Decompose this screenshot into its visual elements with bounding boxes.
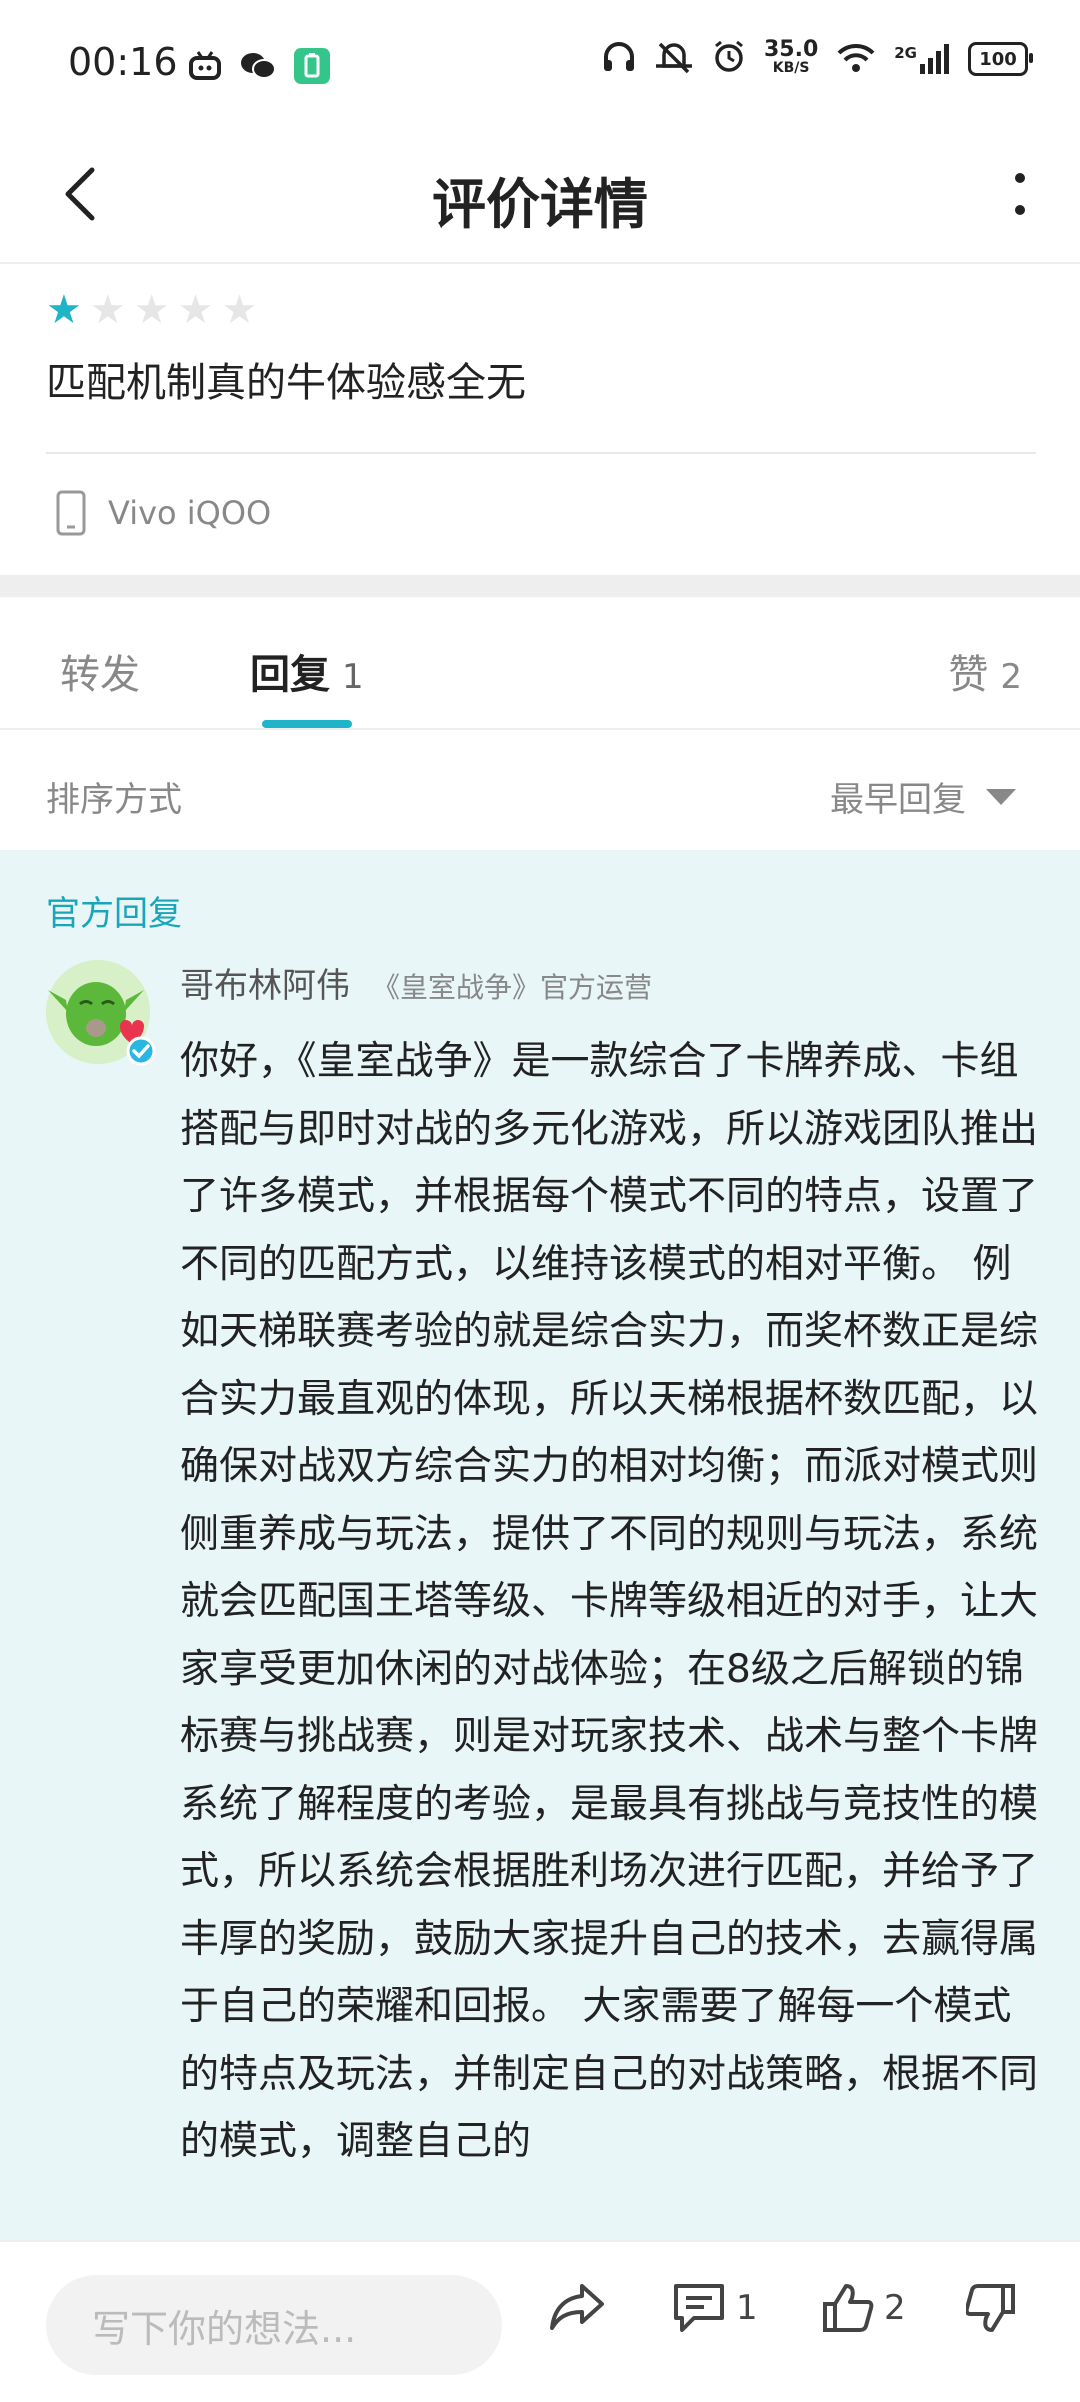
top-app-bar: 评价详情 — [0, 130, 1080, 264]
star-rating: ★ ★ ★ ★ ★ — [46, 290, 1036, 330]
alarm-icon — [712, 40, 746, 78]
mute-bell-icon — [654, 40, 694, 78]
more-vertical-icon — [1015, 173, 1025, 215]
like-button[interactable]: 2 — [822, 2282, 906, 2334]
tv-app-icon — [188, 51, 222, 85]
status-time: 00:16 — [68, 40, 178, 84]
device-info: Vivo iQOO — [56, 490, 271, 536]
headphones-icon — [602, 41, 636, 77]
tab-bar: 转发 回复 1 赞2 — [0, 598, 1080, 730]
bottom-action-bar: 写下你的想法... 1 2 — [0, 2240, 1080, 2402]
share-button[interactable] — [548, 2282, 606, 2332]
phone-icon — [56, 490, 86, 536]
share-icon — [550, 2284, 604, 2330]
star-icon: ★ — [221, 287, 258, 333]
thumbs-down-icon — [966, 2284, 1015, 2332]
device-label: Vivo iQOO — [108, 494, 272, 532]
reply-body: 你好，《皇室战争》是一款综合了卡牌养成、卡组搭配与即时对战的多元化游戏，所以游戏… — [180, 1039, 1039, 2164]
tab-label: 转发 — [60, 652, 140, 698]
dislike-button[interactable] — [966, 2282, 1016, 2334]
sort-bar: 排序方式 最早回复 — [0, 730, 1080, 850]
signal-label: 2G — [894, 44, 917, 62]
battery-app-icon — [294, 48, 330, 88]
dropdown-arrow-icon — [986, 788, 1016, 805]
tab-label: 回复 — [250, 652, 330, 698]
comment-button[interactable]: 1 — [672, 2282, 758, 2334]
more-options-button[interactable] — [990, 154, 1050, 234]
battery-indicator: 100 — [968, 42, 1033, 76]
comment-count: 1 — [736, 2288, 758, 2328]
author-name[interactable]: 哥布林阿伟 — [180, 966, 350, 1006]
verified-badge-icon — [126, 1036, 156, 1066]
signal-bars-icon — [920, 44, 949, 74]
tab-count: 1 — [342, 657, 364, 697]
reply-author: 哥布林阿伟 《皇室战争》官方运营 — [180, 958, 652, 1007]
thumbs-up-icon — [823, 2284, 874, 2332]
tab-count: 2 — [1000, 657, 1022, 697]
status-bar: 00:16 35.0 KB/S 2G 100 — [0, 0, 1080, 130]
star-icon: ★ — [177, 287, 214, 333]
sort-label: 排序方式 — [46, 780, 182, 820]
sort-dropdown[interactable]: 最早回复 — [830, 772, 1016, 821]
star-icon: ★ — [89, 287, 126, 333]
system-icons: 35.0 KB/S 2G 100 — [602, 37, 1033, 78]
tab-replies[interactable]: 回复 1 — [250, 642, 364, 700]
tab-likes[interactable]: 赞2 — [948, 642, 1022, 700]
notification-icons — [188, 48, 330, 88]
star-icon: ★ — [133, 287, 170, 333]
cell-signal: 2G — [894, 44, 950, 74]
official-reply-title: 官方回复 — [46, 894, 182, 934]
wifi-icon — [836, 41, 876, 77]
page-title: 评价详情 — [432, 173, 648, 236]
tab-label: 赞 — [948, 652, 989, 698]
official-reply-section: 官方回复 哥布林阿伟 《皇室战争》官方运营 你好，《皇室战争》是一款综合了卡牌养成… — [0, 850, 1080, 2240]
net-speed-value: 35.0 — [763, 37, 819, 62]
review-text: 匹配机制真的牛体验感全无 — [46, 360, 526, 406]
sort-value: 最早回复 — [830, 780, 966, 820]
wechat-icon — [240, 51, 276, 85]
star-icon: ★ — [46, 287, 82, 333]
divider — [46, 452, 1036, 454]
review-card: ★ ★ ★ ★ ★ 匹配机制真的牛体验感全无 — [46, 290, 1036, 408]
section-separator — [0, 575, 1080, 597]
author-subtitle: 《皇室战争》官方运营 — [372, 971, 653, 1004]
comment-input[interactable]: 写下你的想法... — [46, 2275, 502, 2375]
like-count: 2 — [884, 2288, 906, 2328]
avatar[interactable] — [46, 960, 156, 1066]
tab-forward[interactable]: 转发 — [60, 642, 140, 700]
comment-icon — [674, 2284, 724, 2332]
net-speed: 35.0 KB/S — [763, 37, 819, 77]
active-tab-indicator — [262, 720, 352, 728]
